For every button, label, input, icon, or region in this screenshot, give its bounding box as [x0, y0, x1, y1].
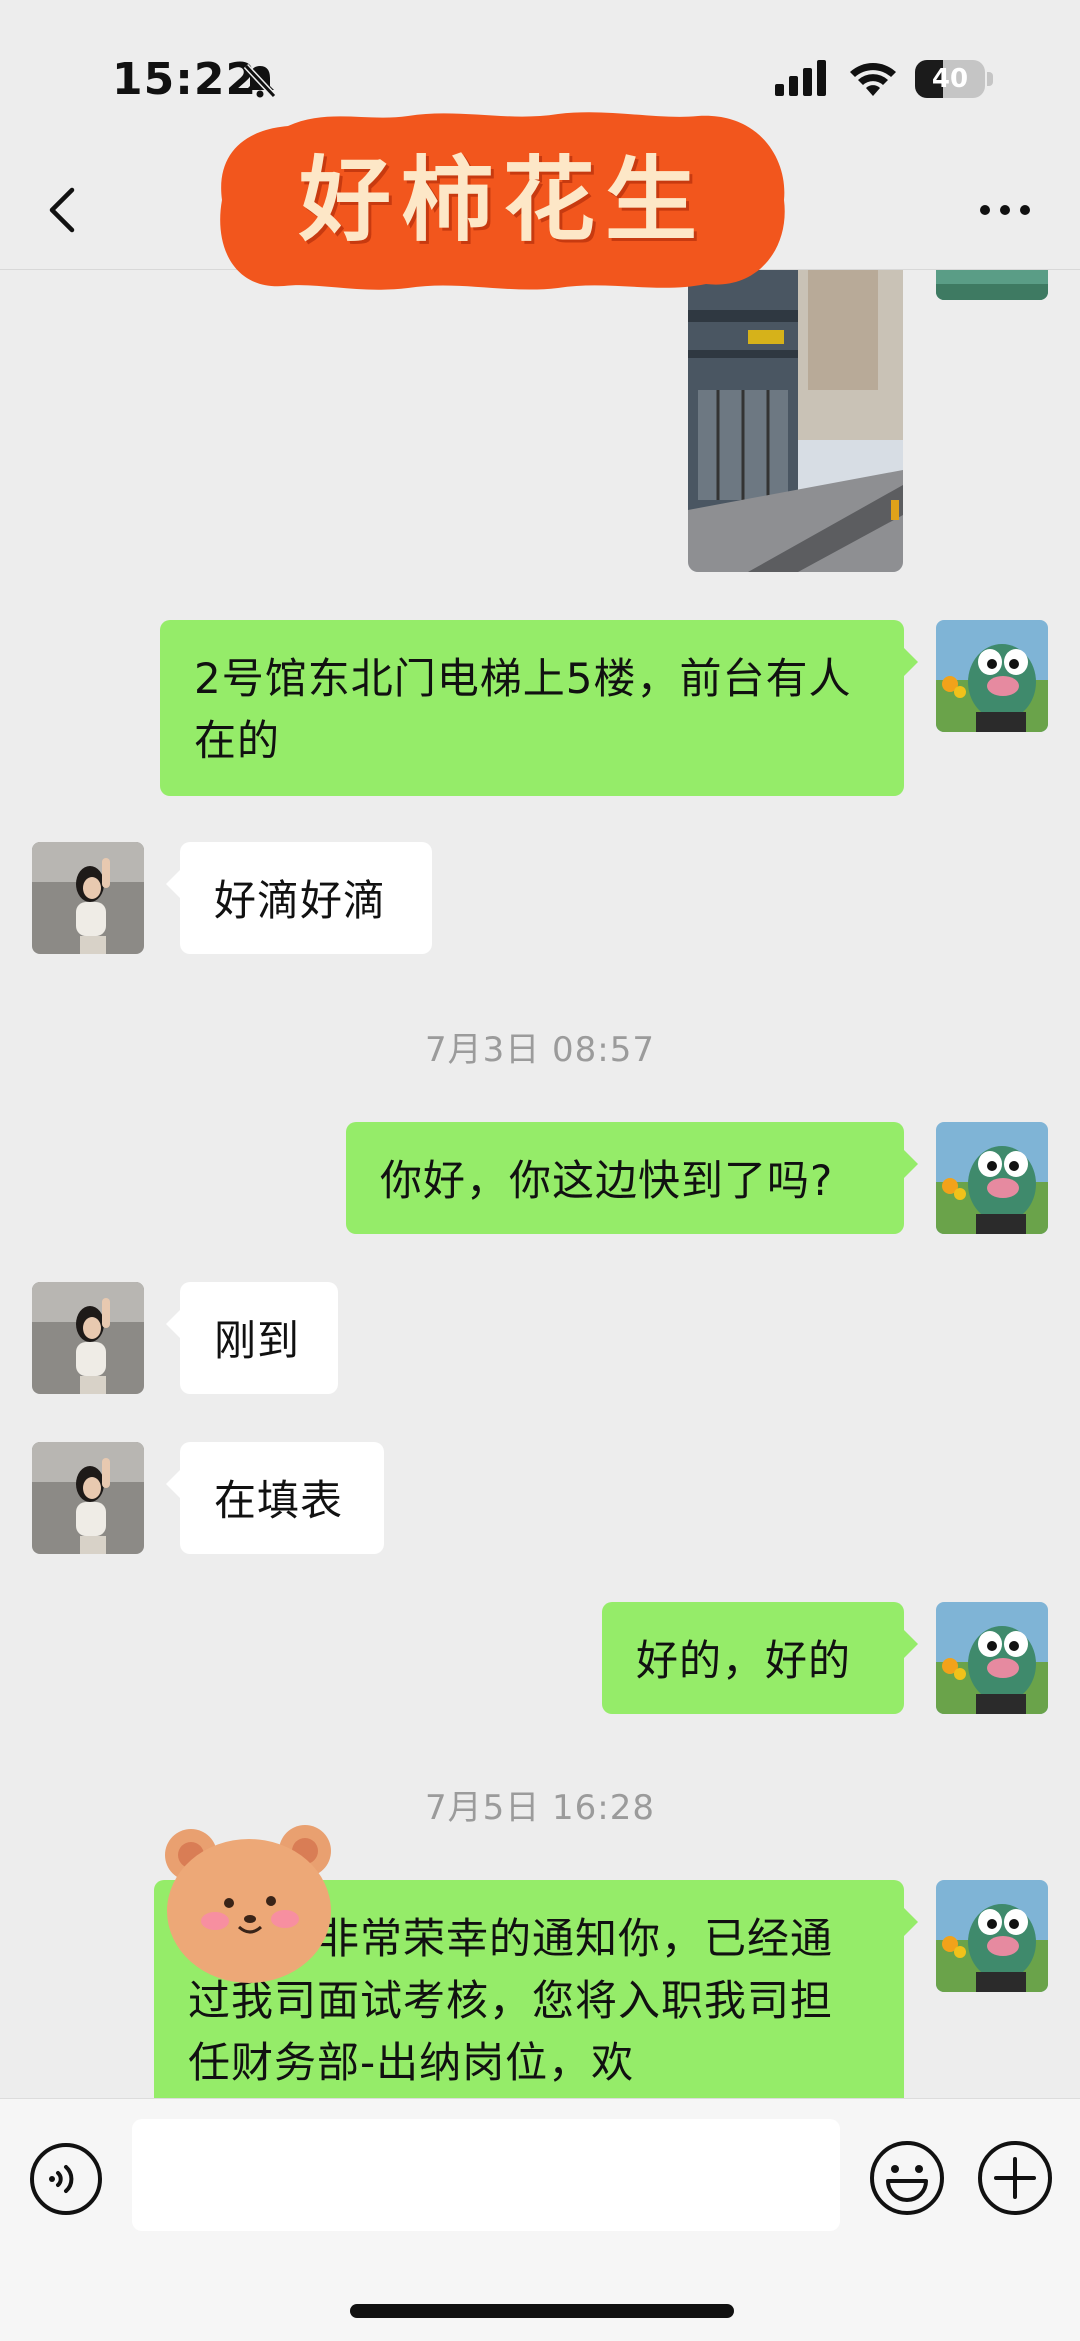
back-icon[interactable]: [30, 174, 100, 244]
message-bubble-received[interactable]: 刚到: [180, 1282, 338, 1394]
message-text: 你好，你这边快到了吗?: [380, 1156, 834, 1205]
message-input[interactable]: [132, 2119, 840, 2231]
message-text: 在填表: [214, 1476, 344, 1525]
bear-sticker: [165, 1825, 331, 1983]
message-timestamp: 7月3日 08:57: [424, 1030, 656, 1070]
my-avatar[interactable]: [936, 270, 1048, 300]
signal-icon: [775, 60, 826, 96]
plus-icon[interactable]: [976, 2139, 1054, 2217]
photo-message[interactable]: [688, 270, 903, 572]
status-time: 15:22: [112, 54, 258, 105]
message-text: 好滴好滴: [214, 876, 387, 925]
message-bubble-received[interactable]: 在填表: [180, 1442, 384, 1554]
message-bubble-sent[interactable]: 你好，你这边快到了吗?: [346, 1122, 904, 1234]
message-text: 刚到: [214, 1316, 301, 1365]
home-indicator[interactable]: [350, 2304, 734, 2318]
contact-avatar[interactable]: [32, 1282, 144, 1394]
battery-icon: 40: [915, 60, 993, 98]
my-avatar[interactable]: [936, 1602, 1048, 1714]
voice-icon[interactable]: [28, 2141, 104, 2217]
wifi-icon: [850, 63, 896, 96]
chat-screen: 15:22 40 好柿花生 2号馆东北门电梯上5楼，前台有人在的 好滴好滴 7月…: [0, 0, 1080, 2341]
message-bubble-sent[interactable]: 好的，好的: [602, 1602, 904, 1714]
chat-title-sticker: 好柿花生: [218, 108, 788, 293]
message-bubble-received[interactable]: 好滴好滴: [180, 842, 432, 954]
message-bubble-sent[interactable]: 2号馆东北门电梯上5楼，前台有人在的: [160, 620, 904, 796]
contact-avatar[interactable]: [32, 1442, 144, 1554]
contact-avatar[interactable]: [32, 842, 144, 954]
message-text: 2号馆东北门电梯上5楼，前台有人在的: [194, 654, 852, 765]
message-text: 好的，好的: [636, 1636, 852, 1685]
battery-level: 40: [931, 64, 969, 94]
my-avatar[interactable]: [936, 1880, 1048, 1992]
building-photo: [688, 270, 903, 572]
bell-muted-icon: [243, 63, 277, 99]
more-icon[interactable]: [965, 174, 1045, 244]
chat-title: 好柿花生: [298, 146, 707, 254]
my-avatar[interactable]: [936, 1122, 1048, 1234]
emoji-icon[interactable]: [868, 2139, 946, 2217]
my-avatar[interactable]: [936, 620, 1048, 732]
